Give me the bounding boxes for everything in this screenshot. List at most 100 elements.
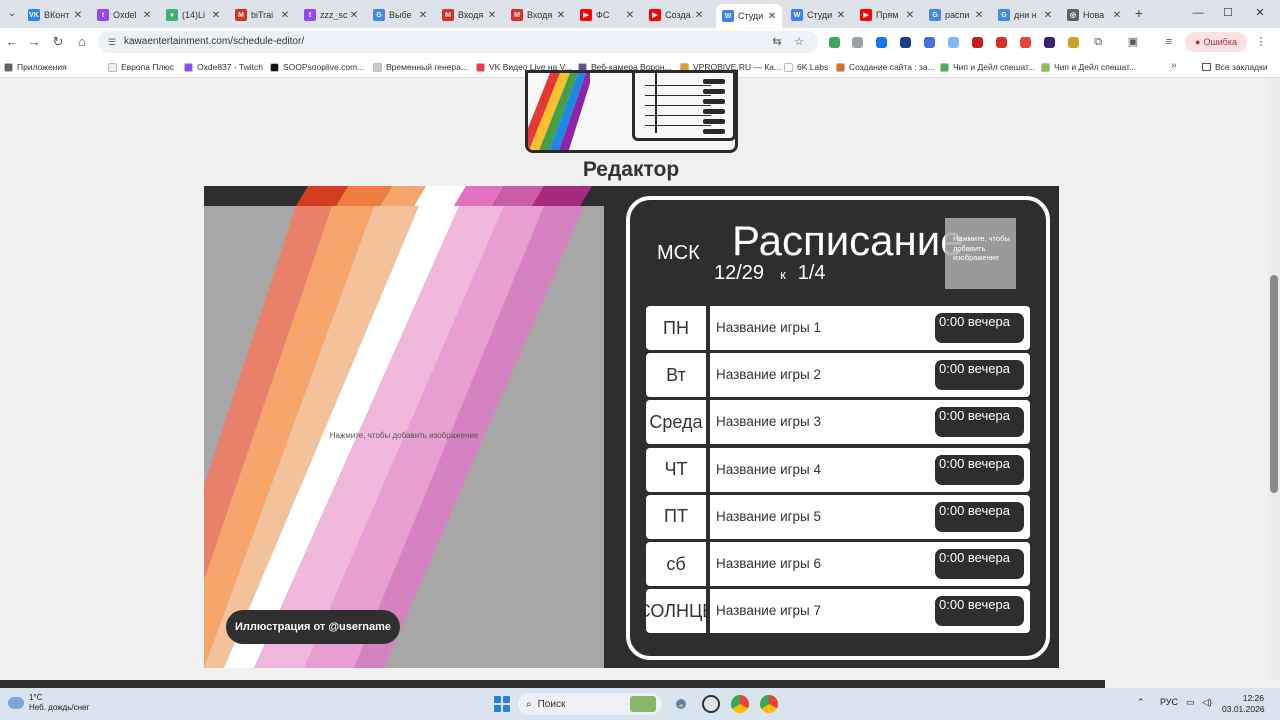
tab-close-icon[interactable]: ✕ xyxy=(555,10,567,21)
game-name[interactable]: Название игры 5 xyxy=(716,509,821,524)
bookmark-item[interactable]: Oxde837 - Twitch xyxy=(184,60,263,74)
date-from[interactable]: 12/29 xyxy=(714,262,764,285)
extension-icon[interactable] xyxy=(852,37,863,48)
bookmark-item[interactable]: Чип и Дейл спешат... xyxy=(940,60,1035,74)
browser-tab[interactable]: t Oxdel ✕ xyxy=(91,4,157,26)
browser-tab[interactable]: ▶ Созда ✕ xyxy=(643,4,709,26)
bookmarks-overflow-icon[interactable]: » xyxy=(1171,60,1177,71)
date-to[interactable]: 1/4 xyxy=(798,262,826,285)
browser-tab[interactable]: Gраспи ✕ xyxy=(923,4,989,26)
browser-menu-icon[interactable]: ⋮ xyxy=(1254,35,1268,49)
tab-close-icon[interactable]: ✕ xyxy=(766,11,778,22)
browser-tab[interactable]: t zzz_sc ✕ xyxy=(298,4,364,26)
day-label[interactable]: ПН xyxy=(646,306,706,350)
chrome-profile-taskbar-icon[interactable] xyxy=(731,695,749,713)
profile-error-chip[interactable]: ● Ошибка xyxy=(1185,32,1247,52)
tray-overflow-icon[interactable]: ⌃ xyxy=(1137,697,1145,708)
bookmark-item[interactable]: Создание сайта : за... xyxy=(836,60,935,74)
bookmark-item[interactable]: 6K Labs xyxy=(784,60,828,74)
browser-tab[interactable]: W Студи ✕ xyxy=(785,4,851,26)
extension-icon[interactable] xyxy=(1044,37,1055,48)
time-badge[interactable]: 0:00 вечера xyxy=(935,360,1024,391)
extension-icon[interactable] xyxy=(900,37,911,48)
extension-icon[interactable] xyxy=(972,37,983,48)
chrome-profile2-taskbar-icon[interactable] xyxy=(760,695,778,713)
home-icon[interactable]: ⌂ xyxy=(74,34,90,50)
add-image-hint[interactable]: Нажмите, чтобы добавить изображение xyxy=(204,431,604,440)
game-name[interactable]: Название игры 3 xyxy=(716,414,821,429)
timezone-label[interactable]: МСК xyxy=(657,242,700,265)
day-label[interactable]: Вт xyxy=(646,353,706,398)
browser-tab[interactable]: G Выбе ✕ xyxy=(367,4,433,26)
illustration-area[interactable]: Нажмите, чтобы добавить изображение Иллю… xyxy=(204,206,604,668)
tab-close-icon[interactable]: ✕ xyxy=(72,10,84,21)
bookmark-star-icon[interactable]: ☆ xyxy=(792,35,806,49)
tab-close-icon[interactable]: ✕ xyxy=(904,10,916,21)
tab-close-icon[interactable]: ✕ xyxy=(973,10,985,21)
browser-tab[interactable]: ▶ ФС ✕ xyxy=(574,4,640,26)
weather-widget[interactable]: 1°C Неб. дождь/снег xyxy=(8,693,89,713)
game-name[interactable]: Название игры 7 xyxy=(716,603,821,618)
game-name[interactable]: Название игры 6 xyxy=(716,556,821,571)
address-url[interactable]: kawaentertainment.com/schedule-editor/ xyxy=(124,36,304,47)
bookmark-item[interactable]: Чип и Дейл спешат... xyxy=(1041,60,1136,74)
time-badge[interactable]: 0:00 вечера xyxy=(935,407,1024,438)
bookmark-item[interactable]: SOOPsooplive.com... xyxy=(270,60,364,74)
tab-close-icon[interactable]: ✕ xyxy=(141,10,153,21)
browser-tab[interactable]: VK ВКонт ✕ xyxy=(22,4,88,26)
browser-tab[interactable]: M Входя ✕ xyxy=(505,4,571,26)
browser-tab[interactable]: ▶ Прям ✕ xyxy=(854,4,920,26)
all-bookmarks-button[interactable]: Все закладки xyxy=(1202,60,1268,74)
tab-close-icon[interactable]: ✕ xyxy=(279,10,291,21)
address-bar[interactable]: ☰ kawaentertainment.com/schedule-editor/… xyxy=(98,31,818,53)
scrollbar-thumb[interactable] xyxy=(1270,275,1278,493)
tab-close-icon[interactable]: ✕ xyxy=(835,10,847,21)
tab-close-icon[interactable]: ✕ xyxy=(210,10,222,21)
day-label[interactable]: Среда xyxy=(646,400,706,445)
time-badge[interactable]: 0:00 вечера xyxy=(935,596,1024,627)
extension-icon[interactable] xyxy=(948,37,959,48)
tab-close-icon[interactable]: ✕ xyxy=(693,10,705,21)
chrome-taskbar-icon[interactable] xyxy=(672,695,690,713)
extension-icon[interactable] xyxy=(1068,37,1079,48)
tab-close-icon[interactable]: ✕ xyxy=(348,10,360,21)
day-label[interactable]: СОЛНЦЕ xyxy=(646,589,706,634)
volume-icon[interactable]: ◁) xyxy=(1202,697,1212,708)
day-label[interactable]: сб xyxy=(646,542,706,586)
time-badge[interactable]: 0:00 вечера xyxy=(935,313,1024,343)
tab-close-icon[interactable]: ✕ xyxy=(624,10,636,21)
reading-list-icon[interactable]: ≡ xyxy=(1162,35,1176,49)
schedule-heading[interactable]: Расписание xyxy=(732,217,964,265)
maximize-icon[interactable]: ☐ xyxy=(1218,5,1238,21)
screenshot-icon[interactable]: ▣ xyxy=(1126,35,1140,49)
time-badge[interactable]: 0:00 вечера xyxy=(935,454,1024,485)
system-clock[interactable]: 12:26 03.01.2026 xyxy=(1222,693,1265,715)
tab-close-icon[interactable]: ✕ xyxy=(486,10,498,21)
site-info-icon[interactable]: ☰ xyxy=(106,36,118,48)
forward-icon[interactable]: → xyxy=(26,34,42,50)
game-name[interactable]: Название игры 4 xyxy=(716,462,821,477)
tab-close-icon[interactable]: ✕ xyxy=(1111,10,1123,21)
day-label[interactable]: ПТ xyxy=(646,494,706,539)
network-icon[interactable]: ▭ xyxy=(1186,697,1195,708)
minimize-icon[interactable]: — xyxy=(1188,5,1208,21)
extension-icon[interactable] xyxy=(1020,37,1031,48)
bookmark-item[interactable]: Приложения xyxy=(4,60,67,74)
tab-close-icon[interactable]: ✕ xyxy=(1042,10,1054,21)
reload-icon[interactable]: ↻ xyxy=(50,34,66,50)
page-scrollbar[interactable] xyxy=(1268,78,1280,680)
game-name[interactable]: Название игры 2 xyxy=(716,367,821,382)
new-tab-button[interactable]: + xyxy=(1132,6,1146,20)
tab-search-icon[interactable]: ⌄ xyxy=(4,6,20,22)
credit-badge[interactable]: Иллюстрация от @username xyxy=(226,610,400,644)
extension-icon[interactable] xyxy=(829,37,840,48)
start-button[interactable] xyxy=(494,696,510,712)
close-window-icon[interactable]: ✕ xyxy=(1250,5,1270,21)
bookmark-item[interactable]: Временный генера... xyxy=(373,60,468,74)
browser-tab[interactable]: ◎ Нова ✕ xyxy=(1061,4,1127,26)
game-name[interactable]: Название игры 1 xyxy=(716,320,821,335)
app-taskbar-icon[interactable] xyxy=(702,695,720,713)
language-indicator[interactable]: РУС xyxy=(1160,697,1178,707)
bookmark-item[interactable]: Европа Плюс xyxy=(108,60,174,74)
extension-icon[interactable] xyxy=(996,37,1007,48)
